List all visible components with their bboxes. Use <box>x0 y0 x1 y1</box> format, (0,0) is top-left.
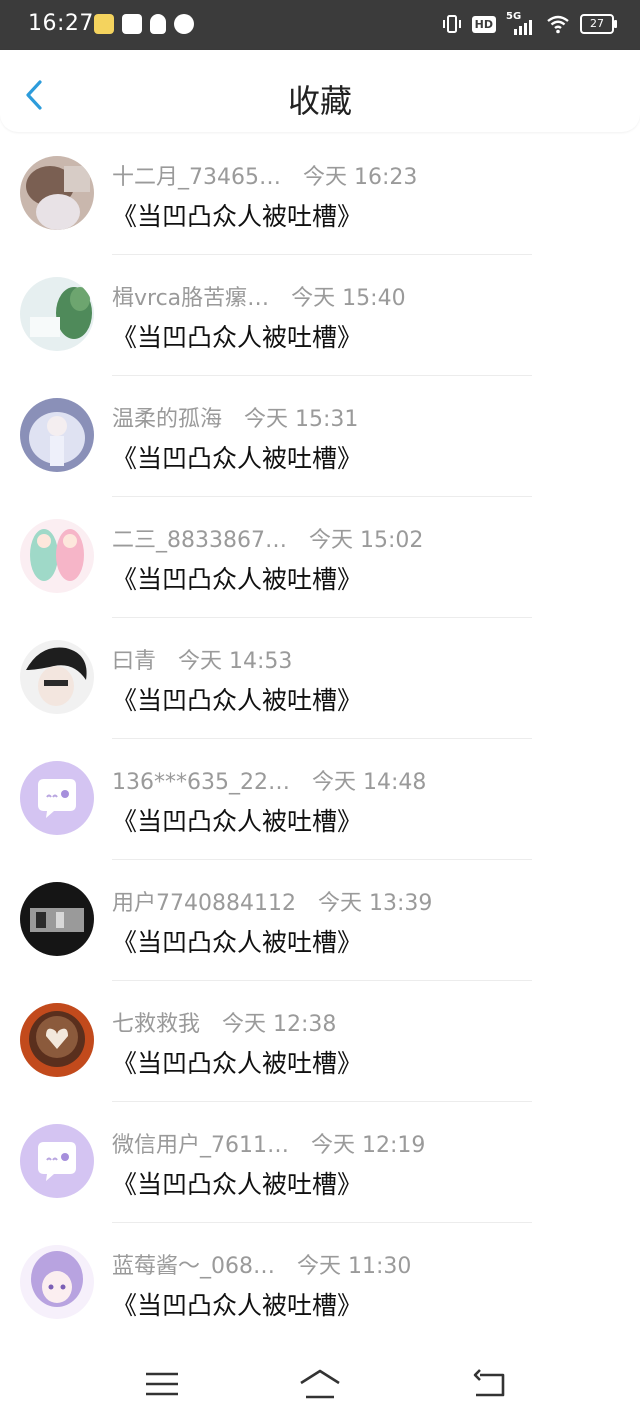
timestamp: 今天 16:23 <box>303 165 418 190</box>
favorite-title: 《当凹凸众人被吐槽》 <box>112 565 363 594</box>
favorite-title: 《当凹凸众人被吐槽》 <box>112 323 363 352</box>
timestamp: 今天 12:19 <box>311 1133 426 1158</box>
user-name: 温柔的孤海 <box>112 407 223 432</box>
gauge-icon <box>174 14 194 34</box>
favorites-list: 十二月_73465… 今天 16:23 《当凹凸众人被吐槽》 楫vrca胳苦瘰… 今… <box>0 134 640 1344</box>
avatar[interactable] <box>20 277 94 351</box>
timestamp: 今天 12:38 <box>222 1012 337 1037</box>
timestamp: 今天 14:53 <box>178 649 293 674</box>
avatar[interactable] <box>20 640 94 714</box>
battery-level: 27 <box>590 17 604 30</box>
timestamp: 今天 11:30 <box>297 1254 412 1279</box>
list-item[interactable]: 七救救我 今天 12:38 《当凹凸众人被吐槽》 <box>0 981 640 1102</box>
list-item[interactable]: 二三_8833867… 今天 15:02 《当凹凸众人被吐槽》 <box>0 497 640 618</box>
favorite-title: 《当凹凸众人被吐槽》 <box>112 1049 363 1078</box>
vibrate-icon <box>442 15 461 33</box>
avatar[interactable] <box>20 882 94 956</box>
mail-icon <box>122 14 142 34</box>
user-name: 用户7740884112 <box>112 891 296 916</box>
battery-icon: 27 <box>580 14 617 34</box>
return-icon[interactable] <box>470 1367 510 1401</box>
favorite-title: 《当凹凸众人被吐槽》 <box>112 202 363 231</box>
list-item[interactable]: 微信用户_7611… 今天 12:19 《当凹凸众人被吐槽》 <box>0 1102 640 1223</box>
avatar[interactable] <box>20 519 94 593</box>
timestamp: 今天 15:02 <box>308 528 424 553</box>
list-item[interactable]: 温柔的孤海 今天 15:31 《当凹凸众人被吐槽》 <box>0 376 640 497</box>
list-item[interactable]: 136***635_22… 今天 14:48 《当凹凸众人被吐槽》 <box>0 739 640 860</box>
user-name: 十二月_73465… <box>112 165 281 190</box>
status-time: 16:27 <box>28 11 94 36</box>
wifi-icon <box>547 15 569 34</box>
user-name: 曰青 <box>112 649 157 674</box>
user-name: 二三_8833867… <box>112 528 287 553</box>
user-name: 136***635_22… <box>112 770 290 795</box>
list-item[interactable]: 用户7740884112 今天 13:39 《当凹凸众人被吐槽》 <box>0 860 640 981</box>
chat-bubble-icon[interactable] <box>20 761 94 835</box>
hd-badge: HD <box>471 15 496 33</box>
app-notification-icon <box>94 14 114 34</box>
favorite-title: 《当凹凸众人被吐槽》 <box>112 1170 363 1199</box>
lightbulb-icon <box>150 14 166 34</box>
avatar[interactable] <box>20 398 94 472</box>
cellular-signal-icon: 5G <box>506 11 536 35</box>
avatar[interactable] <box>20 156 94 230</box>
list-item[interactable]: 楫vrca胳苦瘰… 今天 15:40 《当凹凸众人被吐槽》 <box>0 255 640 376</box>
system-nav-bar <box>0 1342 640 1422</box>
timestamp: 今天 14:48 <box>311 770 427 795</box>
favorite-title: 《当凹凸众人被吐槽》 <box>112 807 363 836</box>
favorite-title: 《当凹凸众人被吐槽》 <box>112 444 363 473</box>
timestamp: 今天 13:39 <box>317 891 433 916</box>
list-item[interactable]: 蓝莓酱～_068… 今天 11:30 《当凹凸众人被吐槽》 <box>0 1223 640 1344</box>
status-bar: 16:27 HD 5G 27 <box>0 0 640 50</box>
page-header: 收藏 <box>0 50 640 132</box>
chat-bubble-icon[interactable] <box>20 1124 94 1198</box>
user-name: 微信用户_7611… <box>112 1133 289 1158</box>
home-icon[interactable] <box>298 1367 342 1401</box>
user-name: 七救救我 <box>112 1012 201 1037</box>
avatar[interactable] <box>20 1003 94 1077</box>
timestamp: 今天 15:40 <box>291 286 406 311</box>
favorite-title: 《当凹凸众人被吐槽》 <box>112 1291 363 1320</box>
user-name: 蓝莓酱～_068… <box>112 1254 275 1279</box>
favorite-title: 《当凹凸众人被吐槽》 <box>112 928 363 957</box>
list-item[interactable]: 十二月_73465… 今天 16:23 《当凹凸众人被吐槽》 <box>0 134 640 255</box>
favorite-title: 《当凹凸众人被吐槽》 <box>112 686 363 715</box>
timestamp: 今天 15:31 <box>244 407 359 432</box>
notification-icons <box>94 14 194 34</box>
user-name: 楫vrca胳苦瘰… <box>112 286 270 311</box>
list-item[interactable]: 曰青 今天 14:53 《当凹凸众人被吐槽》 <box>0 618 640 739</box>
page-title: 收藏 <box>287 82 352 120</box>
menu-icon[interactable] <box>142 1367 182 1401</box>
avatar[interactable] <box>20 1245 94 1319</box>
